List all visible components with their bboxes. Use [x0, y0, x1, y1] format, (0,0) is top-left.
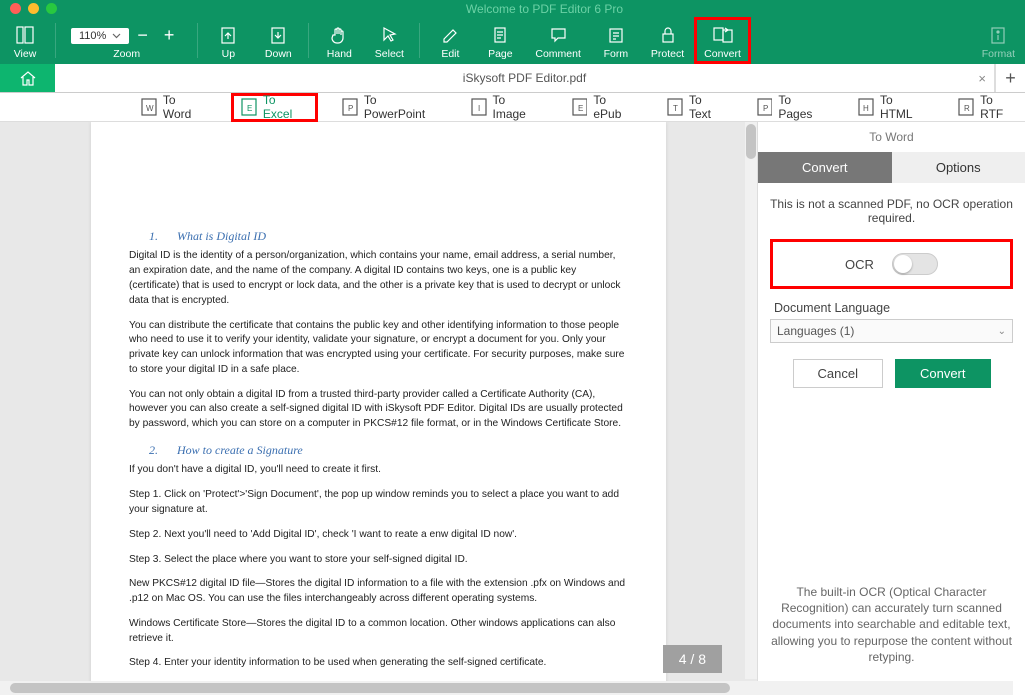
document-tab[interactable]: iSkysoft PDF Editor.pdf ×	[55, 64, 995, 92]
paragraph: You can not only obtain a digital ID fro…	[129, 388, 628, 432]
to-pages-button[interactable]: PTo Pages	[751, 91, 835, 123]
paragraph: Windows Certificate Store—Stores the dig…	[129, 617, 628, 647]
page-indicator: 4 / 8	[663, 645, 722, 673]
paragraph: Step 1. Click on 'Protect'>'Sign Documen…	[129, 488, 628, 518]
comment-icon	[547, 24, 569, 46]
to-excel-button[interactable]: ETo Excel	[231, 93, 318, 122]
ocr-description: The built-in OCR (Optical Character Reco…	[758, 572, 1025, 695]
pencil-icon	[439, 24, 461, 46]
to-epub-button[interactable]: ETo ePub	[566, 91, 644, 123]
convert-icon	[712, 24, 734, 46]
view-icon	[14, 24, 36, 46]
cancel-button[interactable]: Cancel	[793, 359, 883, 388]
section-heading: 1.What is Digital ID	[149, 228, 628, 245]
comment-button[interactable]: Comment	[525, 17, 591, 64]
paragraph: Step 4. Enter your identity information …	[129, 656, 628, 671]
minimize-window-button[interactable]	[28, 3, 39, 14]
svg-text:E: E	[578, 104, 583, 113]
horizontal-scrollbar[interactable]	[0, 681, 1013, 695]
language-select[interactable]: Languages (1) ⌄	[770, 319, 1013, 343]
paragraph: If you don't have a digital ID, you'll n…	[129, 463, 628, 478]
svg-text:W: W	[146, 104, 154, 113]
svg-text:P: P	[763, 104, 768, 113]
side-panel-tabs: Convert Options	[758, 152, 1025, 183]
scrollbar-thumb[interactable]	[10, 683, 730, 693]
down-button[interactable]: Down	[253, 17, 303, 64]
form-icon	[605, 24, 627, 46]
document-pane[interactable]: 1.What is Digital ID Digital ID is the i…	[0, 122, 757, 695]
cursor-icon	[378, 24, 400, 46]
home-icon	[18, 69, 38, 87]
hand-icon	[328, 24, 350, 46]
convert-tab[interactable]: Convert	[758, 152, 892, 183]
paragraph: New PKCS#12 digital ID file—Stores the d…	[129, 577, 628, 607]
paragraph: Step 3. Select the place where you want …	[129, 553, 628, 568]
section-heading: 2.How to create a Signature	[149, 442, 628, 459]
hand-tool-button[interactable]: Hand	[314, 17, 364, 64]
form-button[interactable]: Form	[591, 17, 641, 64]
conversion-format-bar: WTo Word ETo Excel PTo PowerPoint ITo Im…	[0, 93, 1025, 122]
close-tab-button[interactable]: ×	[978, 71, 986, 86]
view-button[interactable]: View	[0, 17, 50, 64]
to-powerpoint-button[interactable]: PTo PowerPoint	[336, 91, 447, 123]
convert-side-panel: To Word Convert Options This is not a sc…	[757, 122, 1025, 695]
main-toolbar: View 110% − + Zoom Up Down Hand Select E…	[0, 17, 1025, 64]
convert-button[interactable]: Convert	[694, 17, 751, 64]
zoom-control[interactable]: 110% − + Zoom	[61, 17, 192, 64]
paragraph: You can distribute the certificate that …	[129, 319, 628, 378]
button-row: Cancel Convert	[770, 359, 1013, 388]
side-panel-body: This is not a scanned PDF, no OCR operat…	[758, 183, 1025, 398]
select-tool-button[interactable]: Select	[364, 17, 414, 64]
paragraph: Digital ID is the identity of a person/o…	[129, 249, 628, 308]
scrollbar-thumb[interactable]	[746, 124, 756, 159]
arrow-up-icon	[217, 24, 239, 46]
up-button[interactable]: Up	[203, 17, 253, 64]
arrow-down-icon	[267, 24, 289, 46]
convert-action-button[interactable]: Convert	[895, 359, 991, 388]
to-text-button[interactable]: TTo Text	[661, 91, 732, 123]
ocr-toggle[interactable]	[892, 253, 938, 275]
to-word-button[interactable]: WTo Word	[135, 91, 213, 123]
options-tab[interactable]: Options	[892, 152, 1025, 183]
document-page: 1.What is Digital ID Digital ID is the i…	[91, 122, 666, 695]
zoom-out-button[interactable]: −	[129, 25, 156, 46]
chevron-down-icon	[112, 33, 121, 39]
zoom-value[interactable]: 110%	[71, 28, 129, 44]
tab-filename: iSkysoft PDF Editor.pdf	[463, 71, 586, 85]
to-rtf-button[interactable]: RTo RTF	[952, 91, 1025, 123]
paragraph: Step 2. Next you'll need to 'Add Digital…	[129, 528, 628, 543]
svg-text:P: P	[348, 104, 353, 113]
page-icon	[489, 24, 511, 46]
maximize-window-button[interactable]	[46, 3, 57, 14]
svg-text:E: E	[247, 104, 252, 113]
ocr-message: This is not a scanned PDF, no OCR operat…	[770, 197, 1013, 225]
side-panel-header: To Word	[758, 122, 1025, 152]
close-window-button[interactable]	[10, 3, 21, 14]
home-button[interactable]	[0, 64, 55, 92]
ocr-label: OCR	[845, 257, 874, 272]
info-icon	[987, 24, 1009, 46]
zoom-in-button[interactable]: +	[156, 25, 183, 46]
title-bar: Welcome to PDF Editor 6 Pro	[0, 0, 1025, 17]
edit-button[interactable]: Edit	[425, 17, 475, 64]
main-area: 1.What is Digital ID Digital ID is the i…	[0, 122, 1025, 695]
format-button[interactable]: Format	[972, 17, 1025, 64]
svg-text:H: H	[863, 104, 869, 113]
chevron-down-icon: ⌄	[998, 326, 1006, 337]
vertical-scrollbar[interactable]	[745, 122, 757, 679]
ocr-toggle-row: OCR	[770, 239, 1013, 289]
new-tab-button[interactable]: +	[995, 64, 1025, 92]
protect-button[interactable]: Protect	[641, 17, 694, 64]
language-label: Document Language	[770, 295, 1013, 319]
to-html-button[interactable]: HTo HTML	[852, 91, 934, 123]
svg-text:I: I	[478, 104, 480, 113]
tabs-bar: iSkysoft PDF Editor.pdf × +	[0, 64, 1025, 93]
svg-text:T: T	[673, 104, 678, 113]
lock-icon	[657, 24, 679, 46]
svg-text:R: R	[964, 104, 970, 113]
window-title: Welcome to PDF Editor 6 Pro	[64, 2, 1025, 16]
page-button[interactable]: Page	[475, 17, 525, 64]
to-image-button[interactable]: ITo Image	[465, 91, 548, 123]
